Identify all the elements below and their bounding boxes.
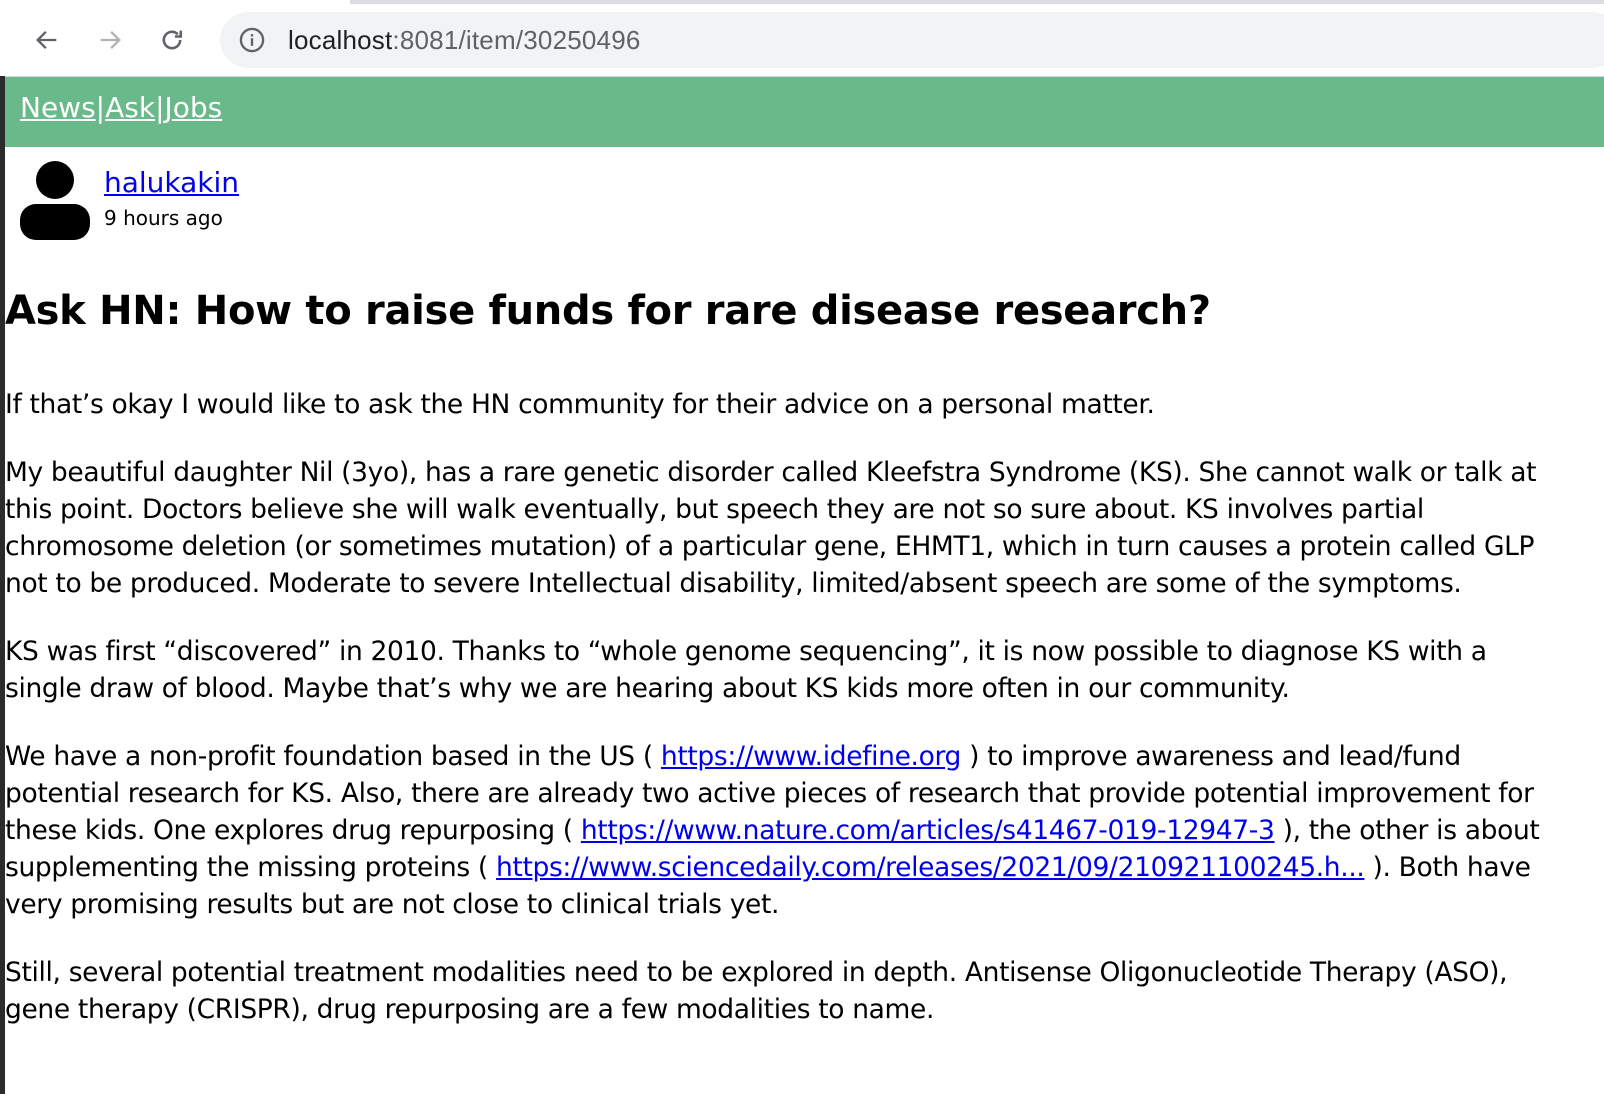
nav-ask-link[interactable]: Ask bbox=[105, 91, 155, 124]
user-avatar-icon bbox=[20, 161, 90, 240]
url-host: localhost bbox=[288, 25, 393, 55]
post-paragraph: My beautiful daughter Nil (3yo), has a r… bbox=[5, 457, 1537, 599]
browser-toolbar: localhost:8081/item/30250496 bbox=[0, 0, 1604, 77]
post-paragraph: Still, several potential treatment modal… bbox=[5, 957, 1508, 1025]
post-body: If that’s okay I would like to ask the H… bbox=[5, 386, 1565, 1059]
url-path: :8081/item/30250496 bbox=[392, 25, 641, 55]
post-paragraph: KS was first “discovered” in 2010. Thank… bbox=[5, 636, 1487, 704]
info-icon[interactable] bbox=[238, 26, 266, 54]
tab-strip-edge bbox=[350, 0, 1604, 4]
address-bar[interactable]: localhost:8081/item/30250496 bbox=[220, 12, 1604, 68]
nav-separator: | bbox=[95, 91, 106, 124]
nav-news-link[interactable]: News bbox=[20, 91, 96, 124]
forward-arrow-icon bbox=[100, 31, 121, 49]
idefine-link[interactable]: https://www.idefine.org bbox=[661, 741, 961, 772]
forward-button[interactable] bbox=[90, 20, 130, 60]
back-arrow-icon bbox=[36, 31, 57, 49]
sciencedaily-link[interactable]: https://www.sciencedaily.com/releases/20… bbox=[496, 852, 1365, 883]
nav-jobs-link[interactable]: Jobs bbox=[165, 91, 223, 124]
post-timestamp: 9 hours ago bbox=[104, 206, 223, 230]
back-button[interactable] bbox=[27, 20, 67, 60]
nav-separator: | bbox=[155, 91, 165, 124]
url-text[interactable]: localhost:8081/item/30250496 bbox=[288, 25, 641, 56]
nav-links: News|Ask|Jobs bbox=[20, 91, 222, 124]
reload-button[interactable] bbox=[152, 20, 192, 60]
post-text: We have a non-profit foundation based in… bbox=[5, 741, 661, 772]
author-link[interactable]: halukakin bbox=[104, 166, 239, 199]
post-title: Ask HN: How to raise funds for rare dise… bbox=[5, 288, 1211, 334]
reload-icon bbox=[162, 30, 183, 50]
nature-article-link[interactable]: https://www.nature.com/articles/s41467-0… bbox=[581, 815, 1275, 846]
site-nav-bar: News|Ask|Jobs bbox=[5, 77, 1604, 147]
post-paragraph: We have a non-profit foundation based in… bbox=[5, 738, 1565, 923]
post-paragraph: If that’s okay I would like to ask the H… bbox=[5, 389, 1155, 420]
